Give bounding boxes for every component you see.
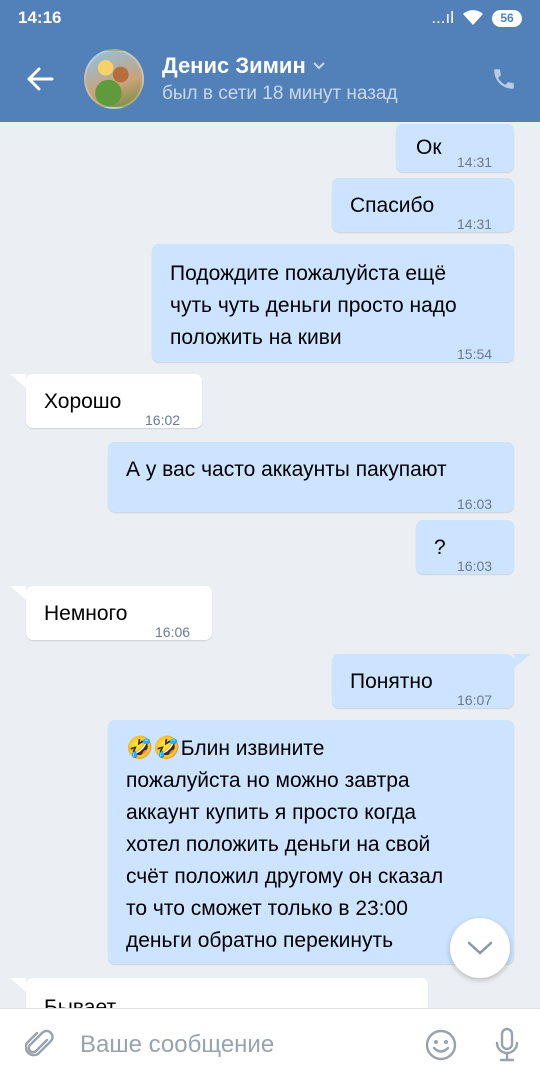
message-text: А у вас часто аккаунты пакупают — [126, 458, 447, 481]
emoji-button[interactable] — [408, 1009, 474, 1080]
message-text: Бывает — [44, 996, 117, 1008]
back-button[interactable] — [0, 36, 80, 122]
message-text: Ок — [416, 136, 442, 159]
message-bubble-outgoing[interactable]: Ок 14:31 — [396, 124, 514, 172]
status-icons: ...ıl 56 — [431, 8, 522, 28]
smile-icon — [425, 1029, 457, 1060]
attach-button[interactable] — [0, 1009, 80, 1080]
signal-icon: ...ıl — [431, 8, 454, 27]
status-time: 14:16 — [18, 8, 62, 27]
contact-avatar[interactable] — [84, 49, 144, 109]
bubble-tail — [10, 374, 26, 388]
message-time: 16:06 — [155, 624, 191, 640]
call-button[interactable] — [468, 36, 540, 122]
message-bubble-incoming[interactable]: Бывает — [26, 978, 428, 1008]
message-time: 16:07 — [457, 692, 493, 708]
message-bubble-outgoing[interactable]: Понятно 16:07 — [332, 654, 514, 708]
message-time: 16:02 — [145, 412, 181, 428]
bubble-tail — [10, 978, 26, 992]
laughing-emoji-icon: 🤣🤣 — [126, 735, 181, 760]
message-text: 🤣🤣Блин извините пожалуйста но можно завт… — [126, 732, 514, 957]
phone-icon — [494, 69, 514, 89]
message-text: Спасибо — [350, 194, 435, 217]
chevron-down-icon — [313, 62, 325, 70]
wifi-icon — [463, 10, 483, 25]
bubble-tail — [514, 654, 530, 668]
message-time: 14:31 — [457, 154, 493, 170]
message-bubble-outgoing[interactable]: 🤣🤣Блин извините пожалуйста но можно завт… — [108, 720, 514, 964]
contact-name: Денис Зимин — [162, 53, 306, 78]
message-bubble-outgoing[interactable]: ? 16:03 — [416, 520, 514, 574]
message-bubble-outgoing[interactable]: Спасибо 14:31 — [332, 178, 514, 232]
message-text: Хорошо — [44, 390, 122, 413]
paperclip-icon — [25, 1029, 54, 1056]
arrow-left-icon — [27, 67, 54, 91]
bubble-tail — [10, 586, 26, 600]
battery-icon: 56 — [492, 9, 522, 27]
contact-status: был в сети 18 минут назад — [162, 83, 398, 104]
message-bubble-incoming[interactable]: Хорошо 16:02 — [26, 374, 202, 428]
message-time: 14:31 — [457, 216, 493, 232]
message-text: Немного — [44, 602, 128, 625]
message-input[interactable] — [80, 1030, 408, 1059]
chat-toolbar: Денис Зимин был в сети 18 минут назад — [0, 36, 540, 122]
message-text: ? — [434, 536, 446, 559]
message-bubble-outgoing[interactable]: А у вас часто аккаунты пакупают 16:03 — [108, 442, 514, 512]
message-text-body: Блин извините пожалуйста но можно завтра… — [126, 737, 444, 952]
message-text: Понятно — [350, 670, 433, 693]
message-time: 15:54 — [457, 346, 493, 362]
scroll-down-button[interactable] — [450, 918, 510, 978]
message-time: 16:03 — [457, 496, 493, 512]
message-bubble-outgoing[interactable]: Подождите пожалуйста ещё чуть чуть деньг… — [152, 244, 514, 362]
microphone-button[interactable] — [474, 1009, 540, 1080]
top-bar: 14:16 ...ıl 56 Денис Зимин был в сети 18… — [0, 0, 540, 122]
message-time: 16:03 — [457, 558, 493, 574]
message-bubble-incoming[interactable]: Немного 16:06 — [26, 586, 212, 640]
microphone-icon — [495, 1027, 519, 1061]
message-list[interactable]: Ок 14:31 Спасибо 14:31 Подождите пожалуй… — [0, 122, 540, 1008]
message-input-bar — [0, 1008, 540, 1080]
chevron-down-icon — [467, 941, 493, 955]
contact-title[interactable]: Денис Зимин был в сети 18 минут назад — [162, 53, 468, 105]
status-bar: 14:16 ...ıl 56 — [0, 0, 540, 36]
